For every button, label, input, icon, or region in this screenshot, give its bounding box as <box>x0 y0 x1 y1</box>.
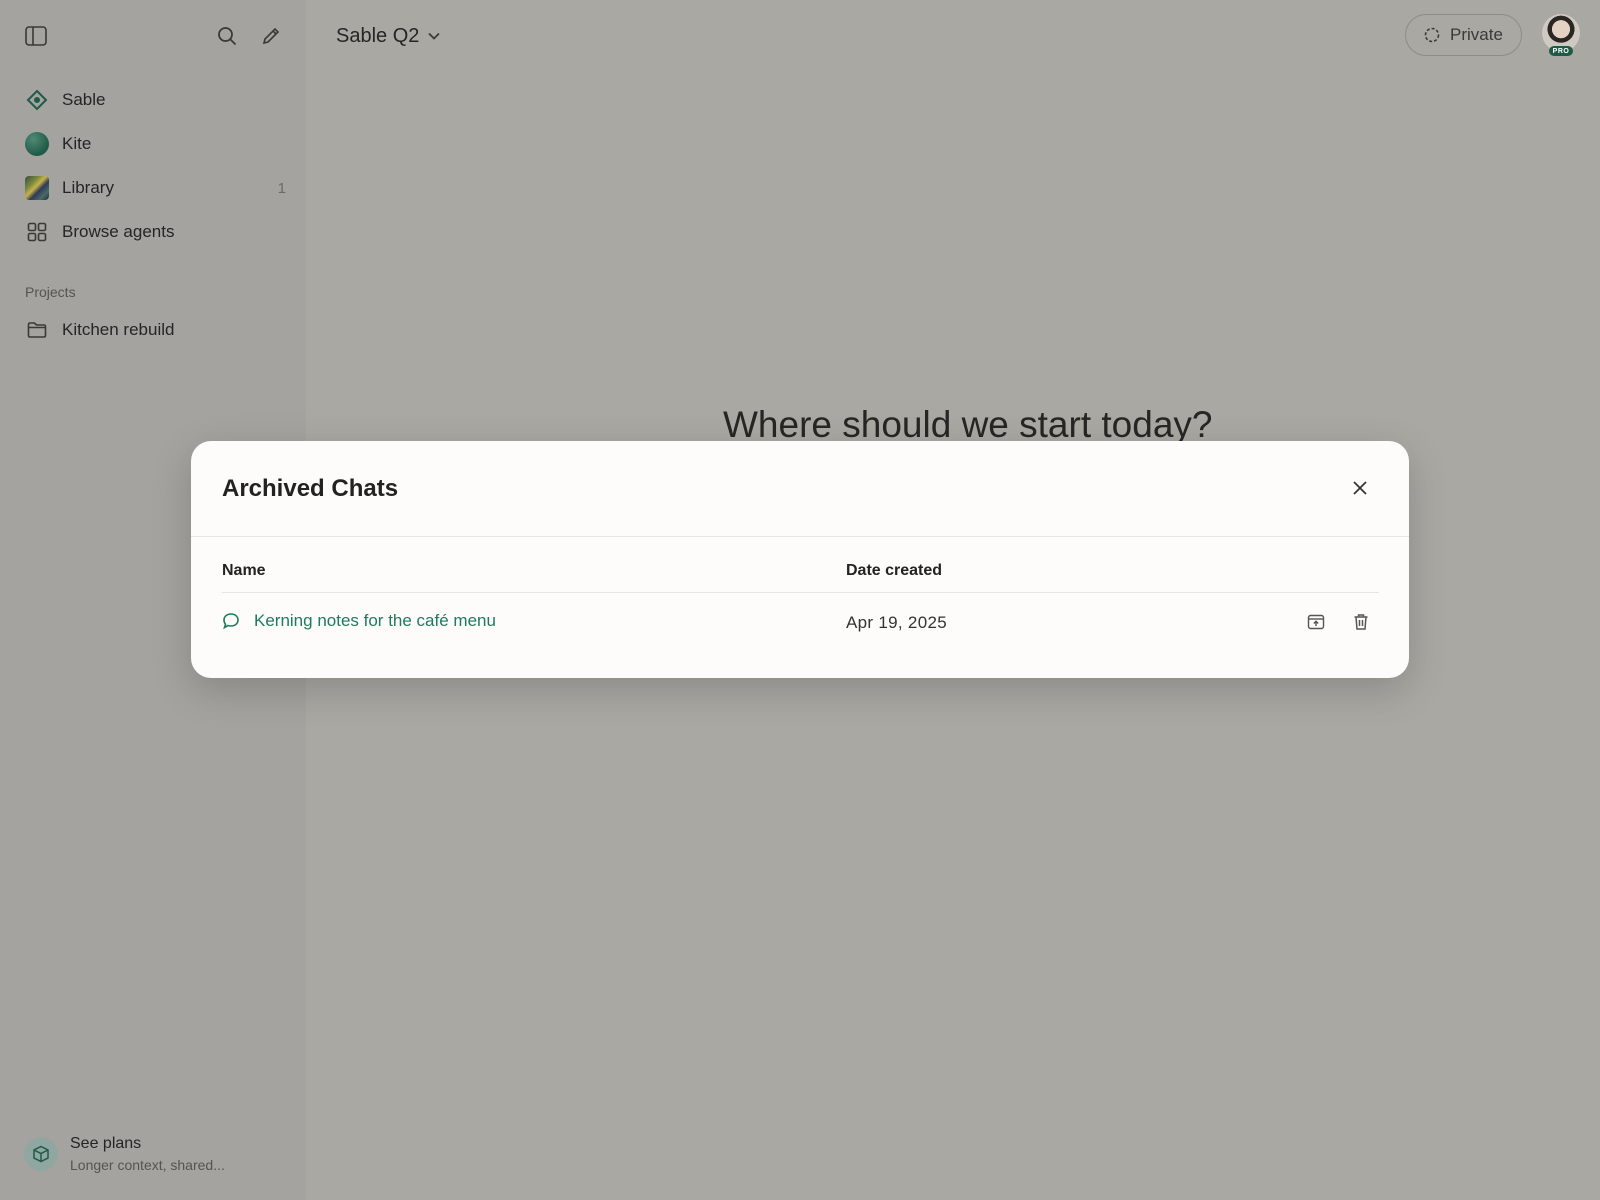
search-icon <box>218 27 237 46</box>
archived-chats-modal: Archived Chats Name Date created Kerning… <box>191 441 1409 678</box>
sidebar-project-kitchen-rebuild[interactable]: Kitchen rebuild <box>24 312 286 348</box>
sidebar-item-label: Kite <box>62 134 92 153</box>
divider <box>191 536 1409 537</box>
dashed-circle-icon <box>1424 27 1440 43</box>
divider <box>222 592 1379 593</box>
sidebar-item-label: Sable <box>62 90 106 109</box>
sidebar-item-label: Browse agents <box>62 222 175 241</box>
close-button[interactable] <box>1343 471 1377 505</box>
pencil-icon <box>262 27 280 45</box>
private-label: Private <box>1450 25 1503 44</box>
search-button[interactable] <box>211 20 243 52</box>
private-toggle-button[interactable]: Private <box>1405 14 1522 56</box>
sidebar-item-label: Kitchen rebuild <box>62 320 175 339</box>
delete-button[interactable] <box>1346 607 1376 637</box>
toggle-sidebar-button[interactable] <box>20 20 52 52</box>
chat-bubble-icon <box>223 613 239 630</box>
plans-title: See plans <box>70 1135 142 1152</box>
sidebar-toggle-icon <box>25 26 47 46</box>
trash-icon <box>1354 614 1368 630</box>
close-icon <box>1353 481 1367 495</box>
unarchive-button[interactable] <box>1301 607 1331 637</box>
chat-name: Kerning notes for the café menu <box>254 611 496 630</box>
library-thumbnail-icon <box>24 175 50 201</box>
sidebar-item-browse-agents[interactable]: Browse agents <box>24 214 286 250</box>
column-header-name: Name <box>222 562 266 579</box>
grid-icon <box>24 219 50 245</box>
chat-date: Apr 19, 2025 <box>846 613 947 632</box>
sidebar-toolbar <box>20 20 286 52</box>
chevron-down-icon <box>428 32 441 40</box>
new-chat-button[interactable] <box>255 20 287 52</box>
kite-orb-icon <box>24 131 50 157</box>
folder-icon <box>24 317 50 343</box>
projects-section-label: Projects <box>25 284 76 300</box>
see-plans-button[interactable]: See plans Longer context, shared... <box>24 1132 286 1176</box>
sidebar-item-sable[interactable]: Sable <box>24 82 286 118</box>
sidebar-item-library[interactable]: Library 1 <box>24 170 286 206</box>
pro-badge: PRO <box>1549 46 1573 56</box>
sidebar-item-kite[interactable]: Kite <box>24 126 286 162</box>
archived-chat-link[interactable]: Kerning notes for the café menu <box>222 608 496 634</box>
sidebar-item-label: Library <box>62 178 114 197</box>
greeting-heading: Where should we start today? <box>723 404 1213 445</box>
library-count: 1 <box>277 179 286 197</box>
workspace-title: Sable Q2 <box>336 24 420 47</box>
unarchive-icon <box>1307 614 1325 630</box>
workspace-title-dropdown[interactable]: Sable Q2 <box>336 20 441 52</box>
modal-title: Archived Chats <box>222 475 399 502</box>
sable-diamond-icon <box>24 87 50 113</box>
plans-subtitle: Longer context, shared... <box>70 1157 225 1173</box>
column-header-date: Date created <box>846 562 943 579</box>
cube-icon <box>24 1137 58 1171</box>
